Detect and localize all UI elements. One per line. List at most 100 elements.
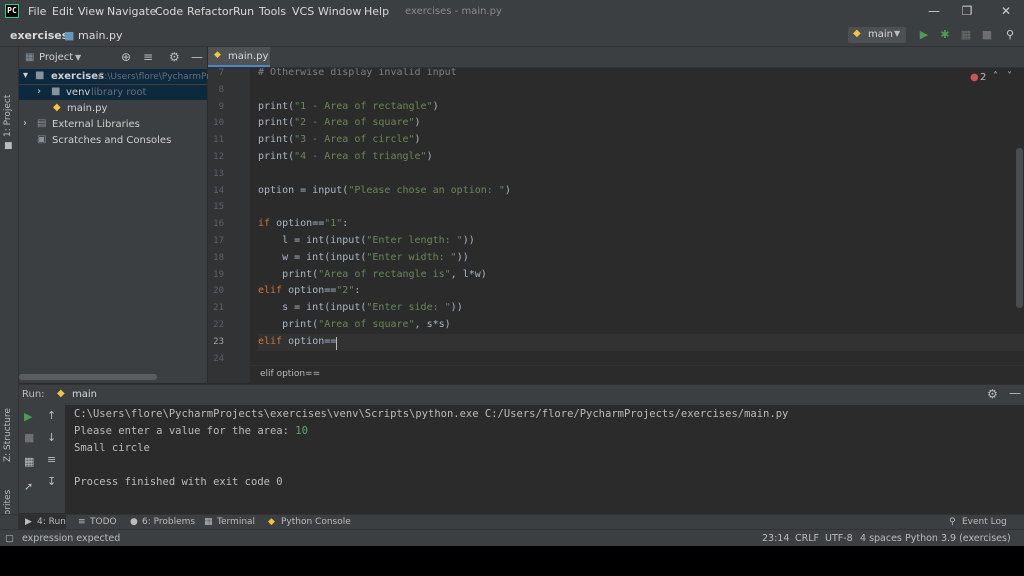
error-icon[interactable]: ● [970,72,979,83]
code-line: elif option== [258,335,337,347]
minimize-icon[interactable]: — [925,3,943,19]
tree-item-scratches[interactable]: ▣ Scratches and Consoles [19,133,207,148]
rerun-icon[interactable]: ▶ [24,410,32,423]
menu-navigate[interactable]: Navigate [107,5,156,18]
tool-problems[interactable]: 6: Problems [142,517,195,527]
arrow-down-icon[interactable]: ↓ [47,431,56,444]
menu-edit[interactable]: Edit [52,5,73,18]
tree-item-venv[interactable]: › ■ venv library root [19,85,207,100]
code-line: print("4 - Area of triangle") [258,151,433,162]
tree-venv-note: library root [91,87,147,98]
soft-wrap-icon[interactable]: ≡ [47,453,56,466]
line-number: 18 [213,252,224,263]
line-gutter: 7 8 9 10 11 12 13 14 15 16 17 18 19 20 21 22 23 24 [208,68,250,383]
line-number: 11 [213,135,224,146]
tree-item-main[interactable]: ◆ main.py [19,101,207,116]
debug-icon[interactable]: ✱ [937,27,953,43]
editor-breadcrumb[interactable]: elif option== [260,369,320,379]
menu-file[interactable]: File [28,5,46,18]
folder-icon: ■ [4,141,13,151]
hide-icon[interactable]: — [191,50,203,64]
run-icon[interactable]: ▶ [916,27,932,43]
breadcrumb-project[interactable]: exercises [10,29,68,42]
run-console[interactable]: C:\Users\flore\PycharmProjects\exercises… [66,405,1024,513]
status-line-separator[interactable]: CRLF [795,533,819,544]
editor-tab-label: main.py [228,51,269,62]
terminal-icon: ▦ [204,517,213,527]
arrow-up-icon[interactable]: ↑ [47,409,56,422]
tree-label-external: External Libraries [52,119,140,130]
editor-tab-main[interactable]: ◆ main.py [208,47,270,67]
horizontal-scrollbar[interactable] [19,374,157,380]
menu-tools[interactable]: Tools [259,5,286,18]
gear-icon[interactable]: ⚙ [987,387,998,401]
status-indent[interactable]: 4 spaces [860,533,902,544]
stop-icon[interactable]: ■ [24,431,34,444]
status-toggle-icon[interactable]: ▢ [5,533,14,544]
status-encoding[interactable]: UTF-8 [825,533,853,544]
run-config-selector[interactable]: ◆ main ▼ [848,27,906,43]
tool-run[interactable]: ▶ 4: Run [18,515,66,530]
stop-icon[interactable]: ■ [979,27,995,43]
tree-item-root[interactable]: ▾ ■ exercises C:\Users\flore\PycharmPr [19,69,210,84]
chevron-right-icon: › [37,86,41,97]
maximize-icon[interactable]: ❐ [958,3,976,19]
close-icon[interactable]: ✕ [997,3,1015,19]
tool-window-structure[interactable]: Z: Structure [3,408,13,462]
python-icon: ◆ [853,28,861,39]
project-panel-title[interactable]: Project [39,52,73,63]
run-tab-main[interactable]: main [72,389,97,400]
menu-run[interactable]: Run [233,5,254,18]
menu-view[interactable]: View [78,5,104,18]
code-line: w = int(input("Enter width: ")) [258,251,469,263]
folder-icon: ■ [35,70,45,81]
scroll-end-icon[interactable]: ↧ [47,475,56,488]
vertical-scrollbar[interactable] [1016,148,1023,308]
menu-code[interactable]: Code [155,5,183,18]
menu-window[interactable]: Window [318,5,361,18]
tool-python-console[interactable]: Python Console [281,517,351,527]
gear-icon[interactable]: ⚙ [169,50,180,64]
line-number: 22 [213,320,224,330]
line-number: 17 [213,236,224,246]
code-line: print("1 - Area of rectangle") [258,100,439,112]
console-user-input: 10 [295,425,308,437]
tool-todo[interactable]: TODO [90,517,117,527]
coverage-icon[interactable]: ▦ [958,27,974,43]
code-line: option = input("Please chose an option: … [258,184,511,196]
problems-icon: ● [130,517,138,527]
editor-tab-bar: ◆ main.py [208,47,1024,68]
python-icon: ◆ [57,388,65,399]
hide-icon[interactable]: — [1009,386,1021,400]
menu-vcs[interactable]: VCS [292,5,314,18]
todo-icon: ≡ [78,517,86,527]
code-editor[interactable]: 7 8 9 10 11 12 13 14 15 16 17 18 19 20 21 22 23 24 ● 2 ˄ … [208,68,1024,383]
menu-help[interactable]: Help [364,5,389,18]
pin-icon[interactable]: ➚ [24,480,33,493]
chevron-down-icon[interactable]: ˅ [1007,71,1012,82]
line-number: 13 [213,168,224,179]
inspection-count: 2 [980,72,987,83]
code-line: print("3 - Area of circle") [258,134,421,146]
status-position[interactable]: 23:14 [762,533,789,544]
editor-breadcrumb-bar: elif option== [250,365,1024,383]
tree-item-external-libraries[interactable]: › ▤ External Libraries [19,117,207,132]
run-side-toolbar: ▶ ↑ ■ ↓ ▦ ≡ ➚ ↧ [19,405,65,513]
tool-terminal[interactable]: Terminal [217,517,255,527]
status-interpreter[interactable]: Python 3.9 (exercises) [905,533,1011,544]
tool-event-log[interactable]: Event Log [962,517,1007,527]
tool-window-project[interactable]: 1: Project [3,95,13,137]
breadcrumb-file[interactable]: main.py [78,29,122,42]
python-console-icon: ◆ [268,517,275,527]
chevron-up-icon[interactable]: ˄ [993,71,998,82]
console-prompt-text: Please enter a value for the area: [74,425,296,437]
line-number: 20 [213,286,224,297]
line-number: 7 [218,68,224,78]
search-icon[interactable]: ⚲ [1002,27,1018,43]
current-line-highlight [258,334,1024,351]
collapse-icon[interactable]: ≡ [143,50,153,64]
chevron-down-icon[interactable]: ▼ [75,53,81,62]
layout-icon[interactable]: ▦ [24,455,34,468]
menu-refactor[interactable]: Refactor [187,5,233,18]
locate-icon[interactable]: ⊕ [121,50,131,64]
